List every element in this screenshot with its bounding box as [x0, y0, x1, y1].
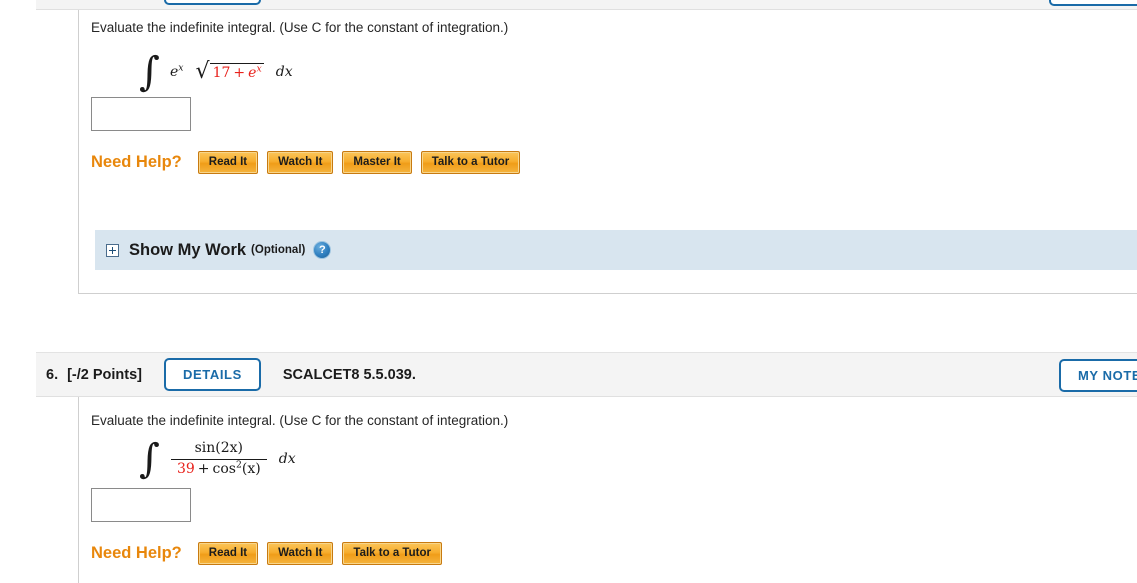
show-my-work-optional-label: (Optional) — [251, 244, 306, 256]
fraction-denominator: 39 + cos2(x) — [170, 458, 267, 479]
question-points-6: [-/2 Points] — [67, 366, 143, 383]
need-help-label-5: Need Help? — [91, 153, 182, 172]
math-factor-exponent: x — [178, 62, 184, 74]
expand-plus-icon[interactable] — [106, 243, 119, 257]
denominator-argument: (x) — [241, 460, 261, 477]
integral-expression-6: ∫ sin(2x) 39 + cos2(x) dx — [139, 439, 296, 479]
details-button-6[interactable]: DETAILS — [164, 358, 261, 391]
answer-input-5[interactable] — [91, 97, 191, 131]
homework-page: 5. [-/2 Points] DETAILS SCALCET8 5.5.038… — [0, 0, 1137, 583]
fraction-numerator: sin(2x) — [194, 439, 244, 456]
my-notes-button-6[interactable]: MY NOTES — [1059, 359, 1137, 392]
integral-expression-5: ∫ ex √ 17 + ex dx — [139, 52, 293, 92]
read-it-button-5[interactable]: Read It — [197, 151, 259, 175]
talk-to-a-tutor-button-5[interactable]: Talk to a Tutor — [420, 151, 521, 175]
question-header-6: 6. [-/2 Points] DETAILS SCALCET8 5.5.039… — [36, 352, 1137, 397]
show-my-work-bar-5[interactable]: Show My Work (Optional) ? — [95, 230, 1137, 270]
differential-6: dx — [278, 451, 296, 467]
read-it-button-6[interactable]: Read It — [197, 542, 259, 566]
radicand-term-exponent: x — [256, 63, 262, 75]
radical-group: √ 17 + ex — [196, 61, 264, 83]
details-button-5[interactable]: DETAILS — [164, 0, 261, 5]
question-prompt-6: Evaluate the indefinite integral. (Use C… — [91, 413, 509, 428]
watch-it-button-6[interactable]: Watch It — [267, 542, 334, 566]
need-help-label-6: Need Help? — [91, 544, 182, 563]
math-factor-base: e — [169, 64, 179, 80]
radicand-plus: + — [233, 65, 246, 81]
question-header-5: 5. [-/2 Points] DETAILS SCALCET8 5.5.038… — [36, 0, 1137, 10]
talk-to-a-tutor-button-6[interactable]: Talk to a Tutor — [342, 542, 442, 566]
master-it-button-5[interactable]: Master It — [342, 151, 412, 175]
question-body-6: Evaluate the indefinite integral. (Use C… — [78, 397, 1137, 583]
differential-5: dx — [275, 64, 293, 80]
integral-sign-icon: ∫ — [139, 49, 160, 95]
denominator-number: 39 — [176, 460, 195, 477]
question-prompt-5: Evaluate the indefinite integral. (Use C… — [91, 20, 509, 35]
need-help-row-6: Need Help? Read It Watch It Talk to a Tu… — [91, 542, 451, 566]
watch-it-button-5[interactable]: Watch It — [267, 151, 334, 175]
denominator-term: cos — [212, 460, 236, 477]
denominator-plus: + — [197, 460, 210, 477]
question-code-6: SCALCET8 5.5.039. — [282, 366, 416, 383]
radical-sign-icon: √ — [195, 59, 210, 84]
answer-input-6[interactable] — [91, 488, 191, 522]
show-my-work-title: Show My Work — [129, 240, 247, 259]
radicand-number: 17 — [212, 65, 231, 81]
fraction-group: sin(2x) 39 + cos2(x) — [170, 439, 267, 479]
help-question-icon[interactable]: ? — [313, 241, 332, 259]
my-notes-button-5[interactable]: MY NOTES — [1048, 0, 1137, 6]
radicand: 17 + ex — [209, 63, 264, 81]
question-number-6: 6. — [46, 366, 59, 383]
integral-sign-icon: ∫ — [139, 436, 160, 482]
need-help-row-5: Need Help? Read It Watch It Master It Ta… — [91, 151, 529, 175]
